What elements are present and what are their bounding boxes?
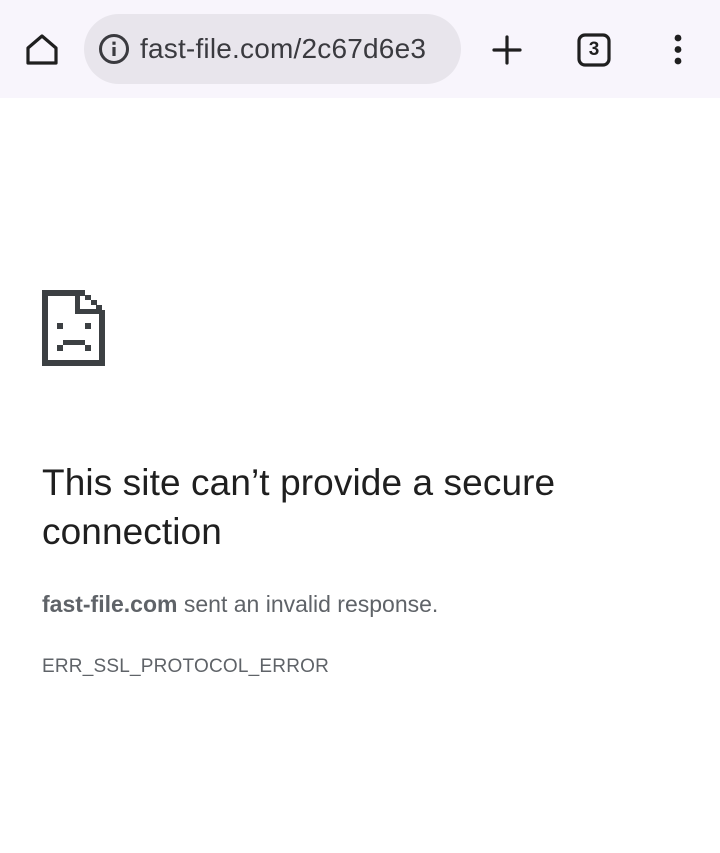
more-vert-icon bbox=[674, 34, 682, 65]
tab-count: 3 bbox=[588, 39, 600, 60]
url-text[interactable]: fast-file.com/2c67d6e3 bbox=[140, 14, 426, 84]
menu-button[interactable] bbox=[654, 26, 702, 74]
error-code: ERR_SSL_PROTOCOL_ERROR bbox=[42, 656, 330, 677]
tab-switcher-button[interactable]: 3 bbox=[570, 26, 618, 74]
error-message: sent an invalid response. bbox=[177, 591, 439, 617]
info-icon[interactable] bbox=[96, 31, 132, 67]
error-host: fast-file.com bbox=[42, 591, 178, 617]
new-tab-button[interactable] bbox=[483, 26, 531, 74]
home-icon bbox=[26, 34, 58, 65]
error-description: fast-file.com sent an invalid response. bbox=[42, 588, 438, 620]
home-button[interactable] bbox=[18, 26, 66, 74]
address-bar[interactable]: fast-file.com/2c67d6e3 bbox=[84, 14, 461, 84]
sad-document-icon bbox=[42, 290, 105, 366]
plus-icon bbox=[492, 35, 522, 65]
error-title: This site can’t provide a secure connect… bbox=[42, 462, 556, 552]
browser-toolbar: fast-file.com/2c67d6e3 3 bbox=[0, 0, 720, 98]
